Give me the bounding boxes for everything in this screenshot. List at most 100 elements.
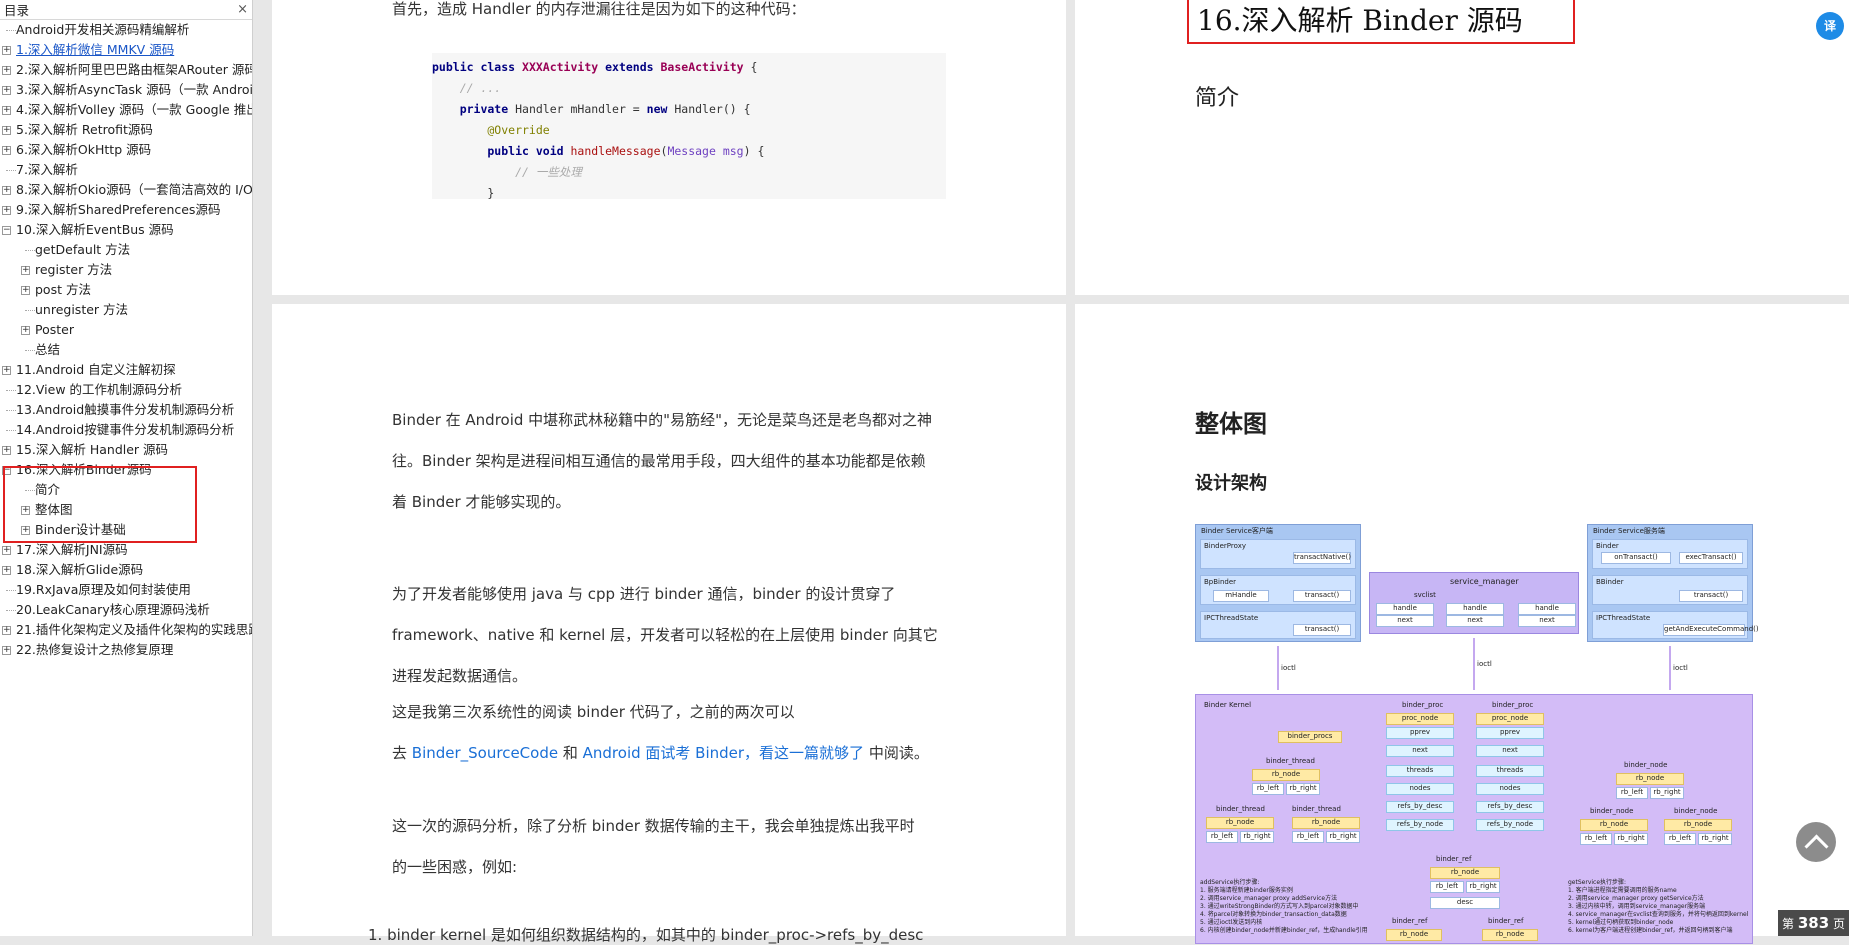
expand-icon[interactable]: + (2, 626, 11, 635)
page-left-top: 首先，造成 Handler 的内存泄漏往往是因为如下的这种代码： public … (272, 0, 1066, 295)
proc-node-box: proc_node (1476, 713, 1544, 725)
link-binder-sourcecode[interactable]: Binder_SourceCode (412, 744, 558, 762)
rb-node-box: rb_node (1386, 929, 1442, 941)
expand-icon[interactable]: + (2, 106, 11, 115)
expand-icon[interactable]: + (2, 126, 11, 135)
toc-item[interactable]: −10.深入解析EventBus 源码 (0, 220, 252, 240)
expand-icon[interactable]: + (21, 266, 30, 275)
expand-icon[interactable]: + (2, 206, 11, 215)
get-service-steps: getService执行步骤: 1. 客户端进程指定需要调用的服务name 2.… (1568, 879, 1748, 935)
toc-item[interactable]: +9.深入解析SharedPreferences源码 (0, 200, 252, 220)
toc-item[interactable]: Android开发相关源码精编解析 (0, 20, 252, 40)
expand-icon[interactable]: + (21, 286, 30, 295)
toc-item[interactable]: +18.深入解析Glide源码 (0, 560, 252, 580)
toc-item[interactable]: 总结 (0, 340, 252, 360)
toc-item[interactable]: 14.Android按键事件分发机制源码分析 (0, 420, 252, 440)
threads-box: threads (1386, 765, 1454, 777)
toc-item-label: register 方法 (35, 262, 113, 277)
rb-left-box: rb_left (1430, 881, 1464, 893)
handle-box: handle (1446, 603, 1504, 615)
page-right-bottom: 整体图 设计架构 Binder Service客户端 BinderProxy t… (1075, 304, 1849, 944)
expand-icon[interactable]: + (2, 446, 11, 455)
collapse-icon[interactable]: − (2, 226, 11, 235)
toc-item[interactable]: +11.Android 自定义注解初探 (0, 360, 252, 380)
toc-item[interactable]: +1.深入解析微信 MMKV 源码 (0, 40, 252, 60)
rb-right-box: rb_right (1286, 783, 1320, 795)
toc-item[interactable]: +3.深入解析AsyncTask 源码（一款 Android (0, 80, 252, 100)
scroll-to-top-button[interactable] (1796, 822, 1836, 862)
toc-item[interactable]: +2.深入解析阿里巴巴路由框架ARouter 源码 (0, 60, 252, 80)
text-line: Binder 在 Android 中堪称武林秘籍中的"易筋经"，无论是菜鸟还是老… (392, 411, 932, 429)
expand-icon[interactable]: + (2, 546, 11, 555)
transact-box: transact() (1293, 590, 1351, 602)
tree-connector (6, 30, 16, 31)
expand-icon[interactable]: + (21, 326, 30, 335)
binder-thread-label: binder_thread (1216, 805, 1265, 813)
transactnative-box: transactNative() (1293, 552, 1351, 564)
close-icon[interactable]: × (237, 2, 248, 17)
toc-item[interactable]: +17.深入解析JNI源码 (0, 540, 252, 560)
rb-right-box: rb_right (1650, 787, 1684, 799)
tree-connector (6, 410, 16, 411)
get-step-line: 3. 通过内核中转，调用到service_manager服务端 (1568, 903, 1706, 910)
link-binder-interview[interactable]: Android 面试考 Binder，看这一篇就够了 (583, 744, 864, 762)
toc-item[interactable]: getDefault 方法 (0, 240, 252, 260)
text-fragment: 和 (558, 744, 583, 762)
expand-icon[interactable]: + (2, 46, 11, 55)
toc-item[interactable]: +15.深入解析 Handler 源码 (0, 440, 252, 460)
toc-item[interactable]: +8.深入解析Okio源码（一套简洁高效的 I/O 库 (0, 180, 252, 200)
binder-proc-label: binder_proc (1402, 701, 1444, 709)
toc-item[interactable]: +6.深入解析OkHttp 源码 (0, 140, 252, 160)
next-box: next (1476, 745, 1544, 757)
ipcthreadstate-box: IPCThreadState getAndExecuteCommand() (1592, 611, 1759, 639)
code-line: @Override (432, 123, 550, 137)
expand-icon[interactable]: + (2, 186, 11, 195)
toc-item[interactable]: +21.插件化架构定义及插件化架构的实践思路分 (0, 620, 252, 640)
toc-item[interactable]: +5.深入解析 Retrofit源码 (0, 120, 252, 140)
page-indicator: 第 383 页 (1778, 910, 1849, 936)
toc-item[interactable]: + Poster (0, 320, 252, 340)
expand-icon[interactable]: + (2, 86, 11, 95)
toc-item[interactable]: 13.Android触摸事件分发机制源码分析 (0, 400, 252, 420)
bpbinder-label: BpBinder (1204, 578, 1237, 586)
paragraph-3: 这是我第三次系统性的阅读 binder 代码了，之前的两次可以 去 Binder… (392, 692, 952, 774)
text-line: 的一些困惑，例如: (392, 858, 518, 876)
toc-item[interactable]: 12.View 的工作机制源码分析 (0, 380, 252, 400)
rb-node-box: rb_node (1580, 819, 1648, 831)
intro-text: 首先，造成 Handler 的内存泄漏往往是因为如下的这种代码： (392, 0, 806, 18)
toc-item[interactable]: + post 方法 (0, 280, 252, 300)
add-service-steps: addService执行步骤: 1. 服务端请程新建binder服务实例 2. … (1200, 879, 1368, 935)
toc-item[interactable]: 19.RxJava原理及如何封装使用 (0, 580, 252, 600)
toc-item[interactable]: unregister 方法 (0, 300, 252, 320)
add-step-line: 3. 通过writeStrongBinder的方式写入到parcel对象数据中 (1200, 903, 1359, 910)
page-number: 383 (1797, 914, 1830, 932)
pprev-box: pprev (1476, 727, 1544, 739)
ipc-label: IPCThreadState (1204, 614, 1259, 622)
expand-icon[interactable]: + (2, 566, 11, 575)
binder-ref-label: binder_ref (1488, 917, 1524, 925)
toc-item-label: 5.深入解析 Retrofit源码 (16, 122, 153, 137)
expand-icon[interactable]: + (2, 146, 11, 155)
toc-item-label: 1.深入解析微信 MMKV 源码 (16, 42, 175, 57)
toc-header: 目录 × (0, 0, 252, 20)
text-line: 着 Binder 才能够实现的。 (392, 493, 571, 511)
toc-item[interactable]: 20.LeakCanary核心原理源码浅析 (0, 600, 252, 620)
toc-item[interactable]: +4.深入解析Volley 源码（一款 Google 推出的 (0, 100, 252, 120)
paragraph-2: 为了开发者能够使用 java 与 cpp 进行 binder 通信，binder… (392, 574, 952, 697)
binder-procs-box: binder_procs (1278, 731, 1342, 743)
expand-icon[interactable]: + (2, 66, 11, 75)
toc-item-label: 17.深入解析JNI源码 (16, 542, 128, 557)
expand-icon[interactable]: + (2, 366, 11, 375)
toc-item[interactable]: 7.深入解析 (0, 160, 252, 180)
expand-icon[interactable]: + (2, 646, 11, 655)
translate-icon[interactable]: 译 (1816, 12, 1844, 40)
toc-item-label: 总结 (35, 342, 61, 357)
toc-item[interactable]: +22.热修复设计之热修复原理 (0, 640, 252, 660)
refs-by-node-box: refs_by_node (1476, 819, 1544, 831)
rb-right-box: rb_right (1698, 833, 1732, 845)
toc-item[interactable]: + register 方法 (0, 260, 252, 280)
toc-title: 目录 (4, 3, 30, 18)
ioctl-label: ioctl (1477, 660, 1492, 668)
binder-proc-label: binder_proc (1492, 701, 1534, 709)
next-box: next (1386, 745, 1454, 757)
